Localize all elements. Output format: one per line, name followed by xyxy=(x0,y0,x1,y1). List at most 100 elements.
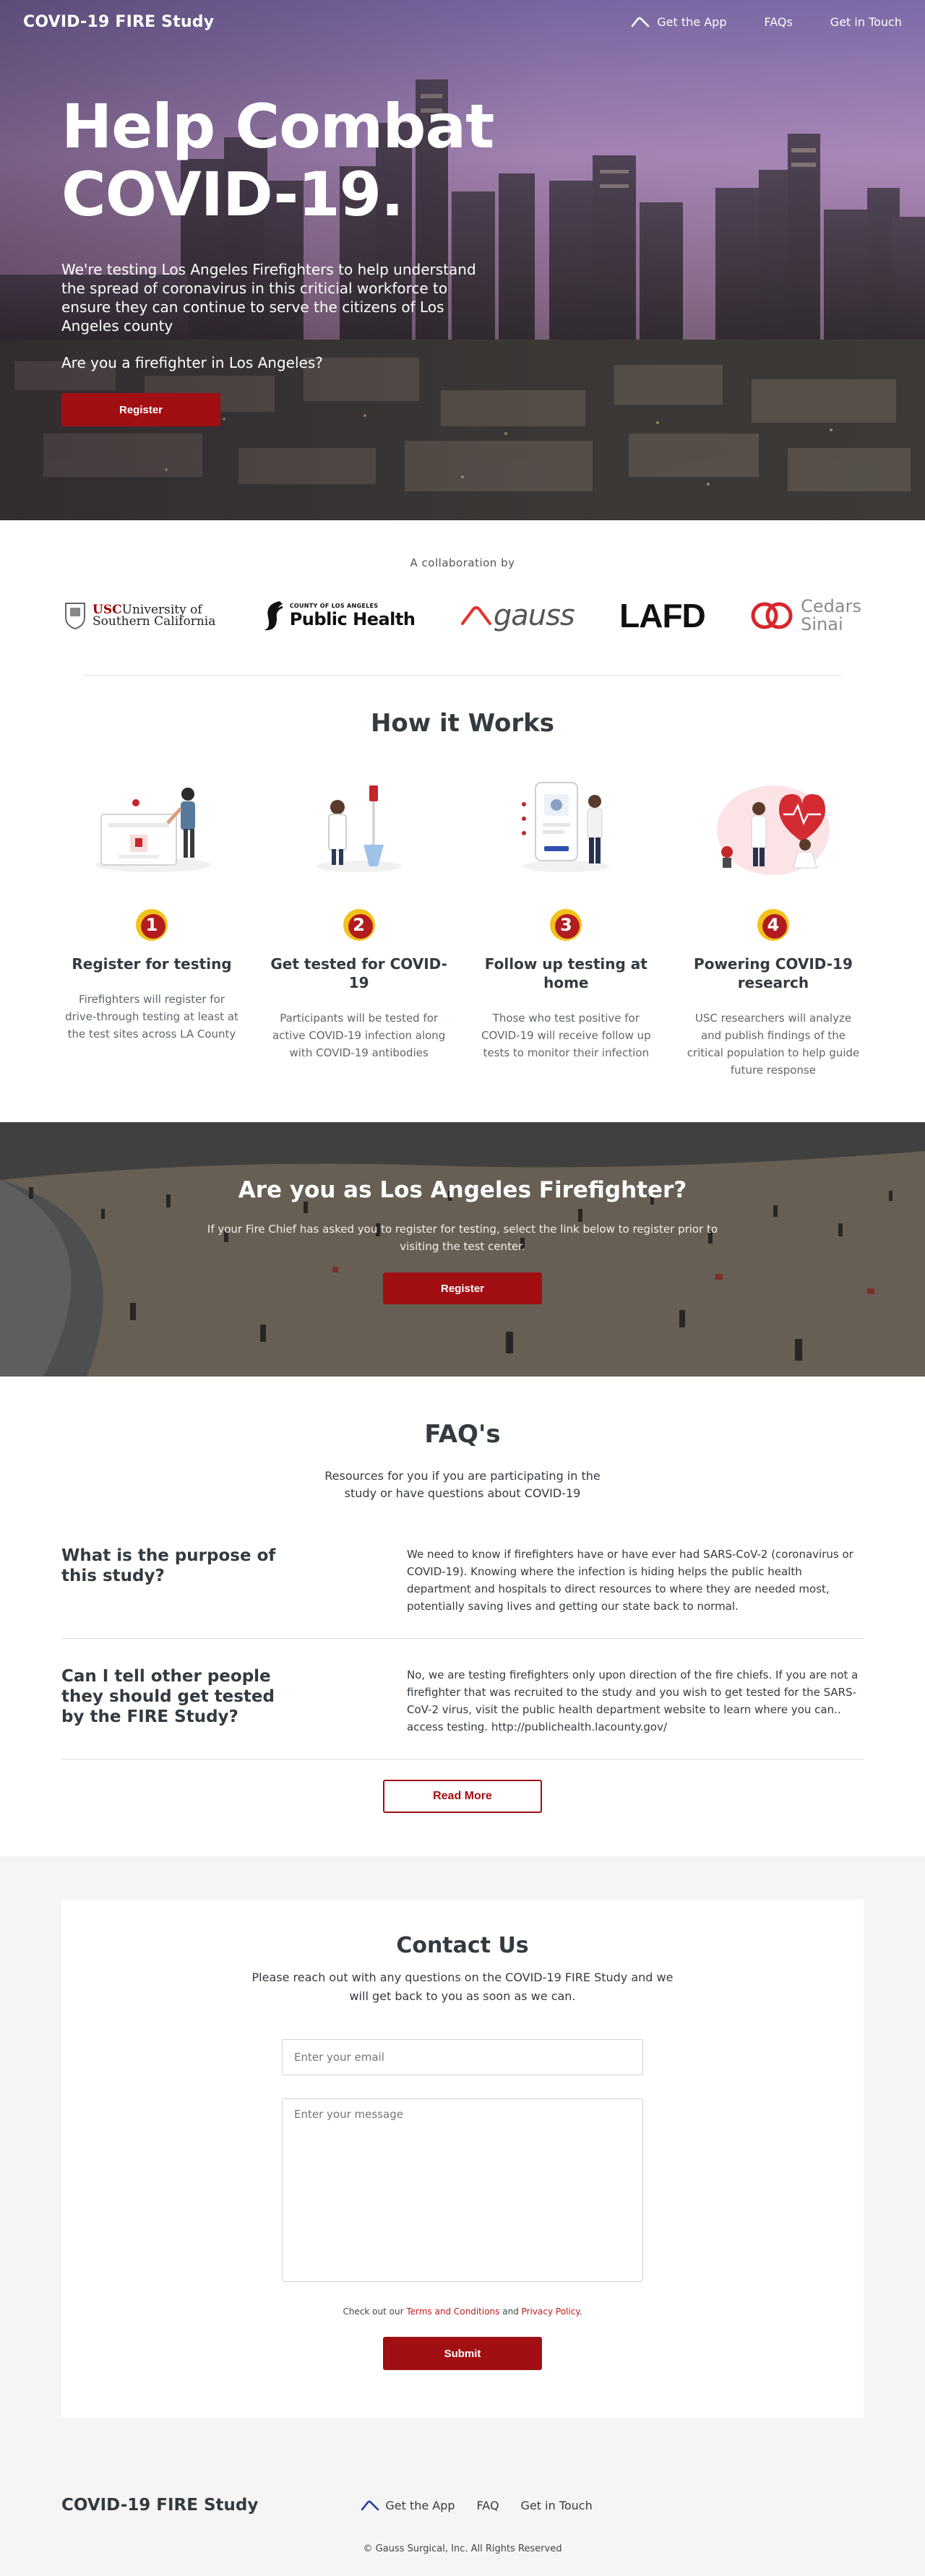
top-navigation: COVID-19 FIRE Study Get the App FAQs Get… xyxy=(0,0,925,43)
how-it-works-section: How it Works 1 Register for testing Fire… xyxy=(0,676,925,1079)
faq-list: What is the purpose of this study? We ne… xyxy=(61,1546,864,1759)
footer-get-the-app[interactable]: Get the App xyxy=(361,2499,455,2512)
footer-get-the-app-label: Get the App xyxy=(385,2498,455,2512)
hero-section: COVID-19 FIRE Study Get the App FAQs Get… xyxy=(0,0,925,520)
cedars-wordmark: Cedars xyxy=(801,596,861,616)
step-3: 3 Follow up testing at home Those who te… xyxy=(472,772,660,1079)
step-1-number-badge: 1 xyxy=(135,908,168,942)
faq-question: Can I tell other people they should get … xyxy=(61,1667,275,1726)
step-1: 1 Register for testing Firefighters will… xyxy=(58,772,246,1079)
sinai-wordmark: Sinai xyxy=(801,614,843,634)
nav-get-in-touch[interactable]: Get in Touch xyxy=(830,15,902,29)
faq-section: FAQ's Resources for you if you are parti… xyxy=(0,1377,925,1813)
step-2: 2 Get tested for COVID-19 Participants w… xyxy=(265,772,453,1079)
step-4-number-badge: 4 xyxy=(757,908,790,942)
banner-text: If your Fire Chief has asked you to regi… xyxy=(207,1223,718,1253)
privacy-link[interactable]: Privacy Policy xyxy=(522,2306,580,2317)
faq-title: FAQ's xyxy=(424,1420,501,1449)
footer-get-in-touch[interactable]: Get in Touch xyxy=(521,2499,593,2512)
faq-item: Can I tell other people they should get … xyxy=(61,1666,864,1759)
step-2-number: 2 xyxy=(353,915,365,935)
legal-and: and xyxy=(502,2306,519,2317)
gauss-chevron-icon xyxy=(361,2500,379,2511)
legal-suffix: . xyxy=(579,2306,582,2317)
footer-brand[interactable]: COVID-19 FIRE Study xyxy=(61,2496,258,2515)
public-health-emblem-icon xyxy=(263,601,283,631)
nav-get-the-app-label: Get the App xyxy=(657,14,727,29)
hero-description: We're testing Los Angeles Firefighters t… xyxy=(61,261,476,335)
step-1-number: 1 xyxy=(145,915,158,935)
testing-illustration xyxy=(315,785,403,872)
public-health-logo: COUNTY OF LOS ANGELES Public Health xyxy=(261,600,416,632)
faq-item: What is the purpose of this study? We ne… xyxy=(61,1546,864,1639)
usc-line3: Southern California xyxy=(92,614,216,629)
banner-title: Are you as Los Angeles Firefighter? xyxy=(238,1177,687,1203)
lafd-wordmark: LAFD xyxy=(619,597,706,634)
faq-answer: We need to know if firefighters have or … xyxy=(407,1548,853,1613)
hero-register-button[interactable]: Register xyxy=(61,393,220,426)
footer: COVID-19 FIRE Study Get the App FAQ Get … xyxy=(0,2464,925,2576)
registration-illustration xyxy=(95,788,211,872)
lafd-logo: LAFD xyxy=(619,596,706,635)
hero-title-line2: COVID-19. xyxy=(61,159,404,230)
step-3-number: 3 xyxy=(559,915,572,935)
gauss-chevron-icon xyxy=(631,17,650,27)
step-4-text: USC researchers will analyze and publish… xyxy=(687,1012,860,1077)
cedars-sinai-rings-icon xyxy=(751,602,793,629)
collaboration-section: A collaboration by USCUniversity of Sout… xyxy=(0,520,925,676)
partner-logos: USCUniversity of Southern California COU… xyxy=(0,594,925,637)
submit-button[interactable]: Submit xyxy=(383,2337,542,2370)
footer-row: COVID-19 FIRE Study Get the App FAQ Get … xyxy=(61,2496,864,2515)
message-field[interactable] xyxy=(282,2098,643,2282)
contact-title: Contact Us xyxy=(396,1933,529,1958)
step-4: 4 Powering COVID-19 research USC researc… xyxy=(679,772,867,1079)
nav-get-the-app[interactable]: Get the App xyxy=(631,15,726,29)
footer-links: Get the App FAQ Get in Touch xyxy=(361,2499,593,2512)
public-health-county: COUNTY OF LOS ANGELES xyxy=(289,602,379,609)
step-2-title: Get tested for COVID-19 xyxy=(270,955,447,991)
contact-section: Contact Us Please reach out with any que… xyxy=(0,1856,925,2464)
faq-question: What is the purpose of this study? xyxy=(61,1546,276,1585)
hero-title-line1: Help Combat xyxy=(61,91,494,162)
step-4-number: 4 xyxy=(767,915,780,935)
contact-card: Contact Us Please reach out with any que… xyxy=(61,1900,864,2418)
email-field[interactable] xyxy=(282,2039,643,2075)
site-brand[interactable]: COVID-19 FIRE Study xyxy=(23,13,214,31)
gauss-logo: gauss xyxy=(460,599,575,632)
step-1-text: Firefighters will register for drive-thr… xyxy=(65,993,238,1041)
research-illustration xyxy=(716,785,830,875)
hero-title: Help Combat COVID-19. xyxy=(61,92,495,228)
gauss-chevron-icon xyxy=(460,606,491,625)
usc-seal-icon xyxy=(65,603,85,630)
banner-content: Are you as Los Angeles Firefighter? If y… xyxy=(0,1177,925,1304)
firefighter-banner: Are you as Los Angeles Firefighter? If y… xyxy=(0,1122,925,1377)
contact-description: Please reach out with any questions on t… xyxy=(251,1970,674,2003)
step-3-text: Those who test positive for COVID-19 wil… xyxy=(481,1012,651,1059)
cedars-sinai-logo: Cedars Sinai xyxy=(750,598,861,634)
public-health-wordmark: Public Health xyxy=(289,608,416,629)
legal-notice: Check out our Terms and Conditions and P… xyxy=(61,2306,864,2317)
terms-link[interactable]: Terms and Conditions xyxy=(406,2306,499,2317)
faq-subtitle: Resources for you if you are participati… xyxy=(324,1469,601,1500)
step-1-title: Register for testing xyxy=(72,955,232,973)
how-it-works-title: How it Works xyxy=(370,709,555,738)
collaboration-label: A collaboration by xyxy=(410,556,515,569)
footer-faq[interactable]: FAQ xyxy=(477,2499,499,2512)
step-2-number-badge: 2 xyxy=(343,908,376,942)
banner-register-button[interactable]: Register xyxy=(383,1272,542,1304)
step-4-title: Powering COVID-19 research xyxy=(694,955,853,991)
legal-prefix: Check out our xyxy=(343,2306,404,2317)
hero-question: Are you a firefighter in Los Angeles? xyxy=(61,354,323,371)
step-3-title: Follow up testing at home xyxy=(484,955,648,991)
gauss-wordmark: gauss xyxy=(493,599,575,632)
nav-faqs[interactable]: FAQs xyxy=(764,15,792,29)
read-more-button[interactable]: Read More xyxy=(383,1780,542,1813)
nav-links: Get the App FAQs Get in Touch xyxy=(631,15,902,29)
phone-followup-illustration xyxy=(522,782,610,872)
steps-list: 1 Register for testing Firefighters will… xyxy=(0,772,925,1079)
step-2-text: Participants will be tested for active C… xyxy=(272,1012,446,1059)
usc-logo: USCUniversity of Southern California xyxy=(64,601,215,630)
step-3-number-badge: 3 xyxy=(549,908,582,942)
hero-content: Help Combat COVID-19. We're testing Los … xyxy=(61,92,495,426)
faq-read-more-wrap: Read More xyxy=(0,1780,925,1813)
